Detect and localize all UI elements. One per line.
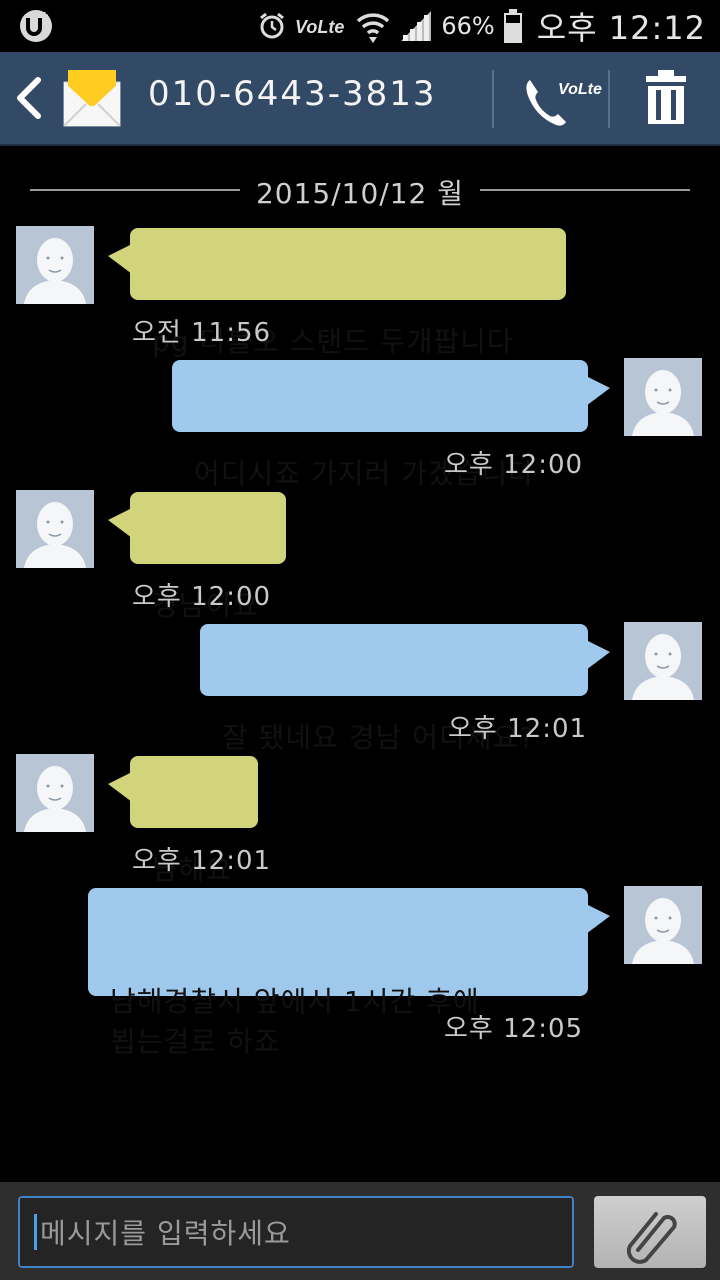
back-arrow-icon[interactable]: [14, 76, 44, 120]
uplus-icon: [20, 10, 52, 42]
message-time: 오전 11:56: [132, 318, 272, 348]
call-button[interactable]: VoLte: [500, 62, 610, 136]
volte-call-icon: VoLte: [526, 80, 602, 126]
person-icon: [624, 358, 702, 436]
message-time: 오후 12:01: [132, 846, 272, 876]
signal-icon: [401, 11, 432, 41]
contact-avatar[interactable]: [16, 754, 94, 832]
wifi-icon: [357, 13, 390, 43]
battery-icon: [503, 9, 522, 43]
header-divider: [492, 70, 494, 128]
message-input-placeholder: 메시지를 입력하세요: [40, 1217, 291, 1250]
message-time: 오후 12:00: [132, 582, 272, 612]
person-icon: [16, 226, 94, 304]
message-composer: 메시지를 입력하세요: [0, 1182, 720, 1280]
my-avatar[interactable]: [624, 886, 702, 964]
svg-text:VoLte: VoLte: [558, 81, 602, 98]
message-bubble-outgoing[interactable]: 남해경찰서 앞에서 1시간 후에 뵙는걸로 하죠: [88, 888, 610, 1058]
conversation-header: 010-6443-3813 VoLte: [0, 52, 720, 146]
message-input[interactable]: 메시지를 입력하세요: [18, 1196, 574, 1268]
person-icon: [624, 886, 702, 964]
svg-text:VoLte: VoLte: [295, 17, 344, 37]
message-bubble-incoming[interactable]: 경남이요: [108, 492, 286, 622]
message-bubble-incoming[interactable]: pg 더블오 스탠드 두개팝니다: [108, 228, 566, 358]
trash-icon: [646, 70, 686, 124]
clock: 오후 12:12: [536, 9, 706, 47]
battery-percent: 66%: [441, 12, 495, 40]
message-bubble-outgoing[interactable]: 잘 됐네요 경남 어디세요?: [200, 624, 610, 754]
status-bar: VoLte 66% 오후 12:12: [0, 0, 720, 52]
my-avatar[interactable]: [624, 358, 702, 436]
alarm-icon: [260, 12, 285, 39]
person-icon: [624, 622, 702, 700]
date-separator: 2015/10/12 월: [30, 168, 690, 212]
volte-icon: VoLte: [295, 17, 344, 37]
message-time: 오후 12:05: [444, 1014, 584, 1044]
message-bubble-outgoing[interactable]: 어디시죠 가지러 가겠습니다: [172, 360, 610, 490]
message-time: 오후 12:00: [444, 450, 584, 480]
date-label: 2015/10/12 월: [243, 177, 477, 210]
contact-avatar[interactable]: [16, 490, 94, 568]
person-icon: [16, 490, 94, 568]
message-bubble-incoming[interactable]: 남해요: [108, 756, 258, 886]
text-caret: [34, 1214, 37, 1250]
paperclip-icon: [626, 1212, 677, 1264]
delete-button[interactable]: [612, 62, 720, 136]
person-icon: [16, 754, 94, 832]
my-avatar[interactable]: [624, 622, 702, 700]
contact-phone-number: 010-6443-3813: [148, 74, 437, 114]
envelope-icon: [63, 70, 121, 127]
header-divider: [608, 70, 610, 128]
attach-button[interactable]: [594, 1196, 706, 1268]
contact-avatar[interactable]: [16, 226, 94, 304]
message-text: 남해경찰서 앞에서 1시간 후에 뵙는걸로 하죠: [110, 985, 480, 1058]
message-time: 오후 12:01: [448, 714, 588, 744]
